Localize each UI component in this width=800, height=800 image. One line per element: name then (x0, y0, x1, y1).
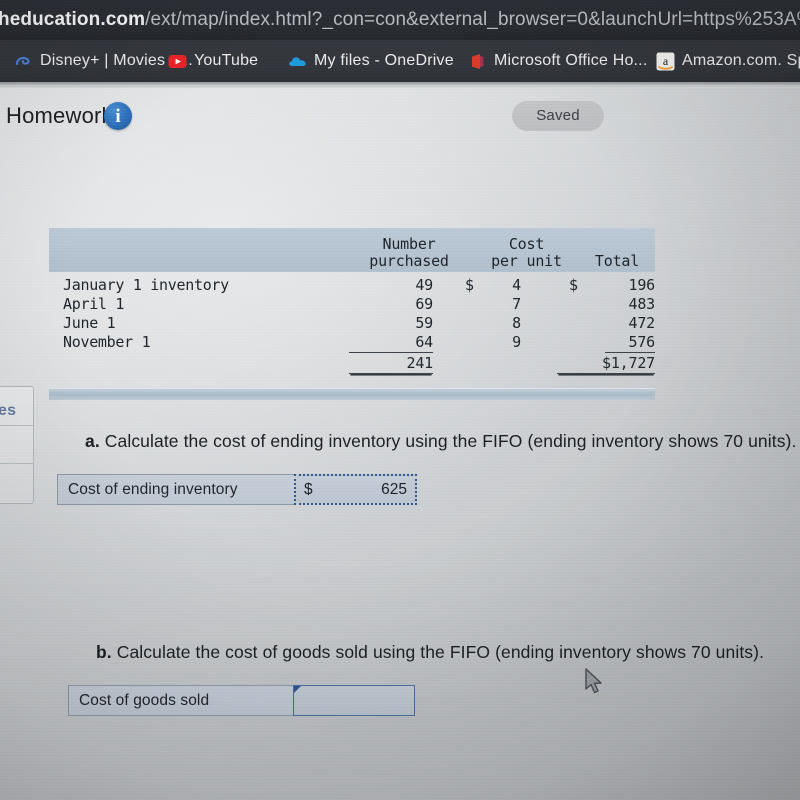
bookmark-label: Amazon.com. Sp (682, 52, 800, 69)
svg-text:a: a (663, 54, 669, 68)
youtube-icon (168, 52, 187, 71)
question-prompt: Calculate the cost of goods sold using t… (116, 642, 765, 662)
bookmark-onedrive[interactable]: My files - OneDrive (288, 40, 454, 82)
microsoft-office-icon (468, 52, 487, 71)
question-letter: a. (85, 431, 100, 451)
question-prompt: Calculate the cost of ending inventory u… (104, 431, 797, 451)
answer-row: Cost of goods sold (68, 685, 415, 716)
inventory-table: Number purchased Cost per unit Total January… (49, 228, 655, 387)
info-icon-glyph: i (115, 105, 121, 127)
column-header-line2: Total (594, 252, 640, 270)
table-column-header: Number purchased (349, 236, 469, 270)
table-bottom-bar (49, 388, 655, 400)
address-bar-url: heducation.com/ext/map/index.html?_con=c… (0, 9, 800, 31)
question-letter: b. (96, 642, 112, 662)
amazon-icon: a (656, 52, 675, 71)
table-column-header: Cost per unit (469, 236, 584, 270)
cell-total: 472 (628, 314, 656, 332)
bookmark-label: Microsoft Office Ho... (494, 52, 648, 69)
disney-plus-icon (14, 52, 33, 71)
answer-value: 625 (381, 480, 407, 498)
cell-cost-per-unit: 4 (512, 276, 521, 294)
bookmark-amazon[interactable]: a Amazon.com. Sp (656, 40, 800, 82)
cell-total: 483 (628, 295, 656, 313)
table-header-row: Number purchased Cost per unit Total (49, 228, 655, 272)
cell-total: 576 (605, 333, 655, 353)
cell-total-number-purchased: 241 (349, 354, 433, 374)
table-row-label: January 1 inventory (63, 276, 229, 294)
url-path: /ext/map/index.html?_con=con&external_br… (145, 9, 800, 30)
homework-page: Homework Number purchased Cost per unit Tota… (0, 86, 800, 800)
question-text: b. Calculate the cost of goods sold usin… (96, 642, 764, 663)
answer-row: Cost of ending inventory $625 (57, 474, 417, 505)
bookmarks-bar[interactable]: Disney+ | Movies a... YouTube My files - O… (0, 40, 800, 82)
table-column-header: Total (579, 253, 655, 270)
clipped-side-panel (0, 386, 34, 504)
question-text: a. Calculate the cost of ending inventor… (85, 431, 796, 452)
mouse-cursor (585, 668, 602, 694)
cell-corner-marker (294, 686, 301, 693)
column-header-line2: per unit (491, 252, 562, 270)
bookmark-youtube[interactable]: YouTube (168, 40, 258, 82)
answer-label: Cost of goods sold (68, 685, 293, 716)
bookmark-label: YouTube (194, 52, 259, 69)
table-body: January 1 inventory 49 $4 $196 April 1 69 7 483… (49, 272, 655, 387)
bookmark-disney-plus[interactable]: Disney+ | Movies a... (14, 40, 193, 82)
answer-label: Cost of ending inventory (57, 474, 294, 505)
cell-total: 196 (628, 276, 656, 294)
browser-address-bar[interactable]: heducation.com/ext/map/index.html?_con=c… (0, 0, 800, 40)
column-header-line2: purchased (369, 252, 449, 270)
chrome-bottom-edge (0, 82, 800, 88)
photographed-screen: heducation.com/ext/map/index.html?_con=c… (0, 0, 800, 800)
cell-number-purchased: 69 (415, 295, 433, 313)
column-header-line1: Number (382, 235, 436, 253)
url-host: heducation.com (0, 9, 146, 30)
cell-cost-per-unit: 9 (512, 333, 521, 351)
column-header-line1: Cost (508, 235, 545, 253)
bookmark-microsoft-office[interactable]: Microsoft Office Ho... (468, 40, 647, 82)
cell-cost-per-unit: 8 (512, 314, 521, 332)
bookmark-label: My files - OneDrive (314, 52, 454, 69)
table-row-label: April 1 (63, 295, 125, 313)
table-row-label: November 1 (63, 333, 151, 351)
onedrive-icon (288, 52, 307, 71)
cost-of-ending-inventory-input[interactable]: $625 (294, 474, 417, 505)
cell-grand-total: $1,727 (557, 354, 655, 374)
info-icon[interactable]: i (104, 102, 132, 130)
cell-cost-prefix: $ (465, 276, 474, 294)
page-title: Homework (6, 103, 113, 128)
table-row-label: June 1 (63, 314, 116, 332)
cost-of-goods-sold-input[interactable] (293, 685, 415, 716)
currency-symbol: $ (304, 480, 313, 498)
cell-number-purchased: 59 (415, 314, 433, 332)
cell-total-prefix: $ (569, 276, 578, 294)
cell-number-purchased: 64 (349, 333, 433, 353)
cell-cost-per-unit: 7 (512, 295, 521, 313)
cell-number-purchased: 49 (415, 276, 433, 294)
